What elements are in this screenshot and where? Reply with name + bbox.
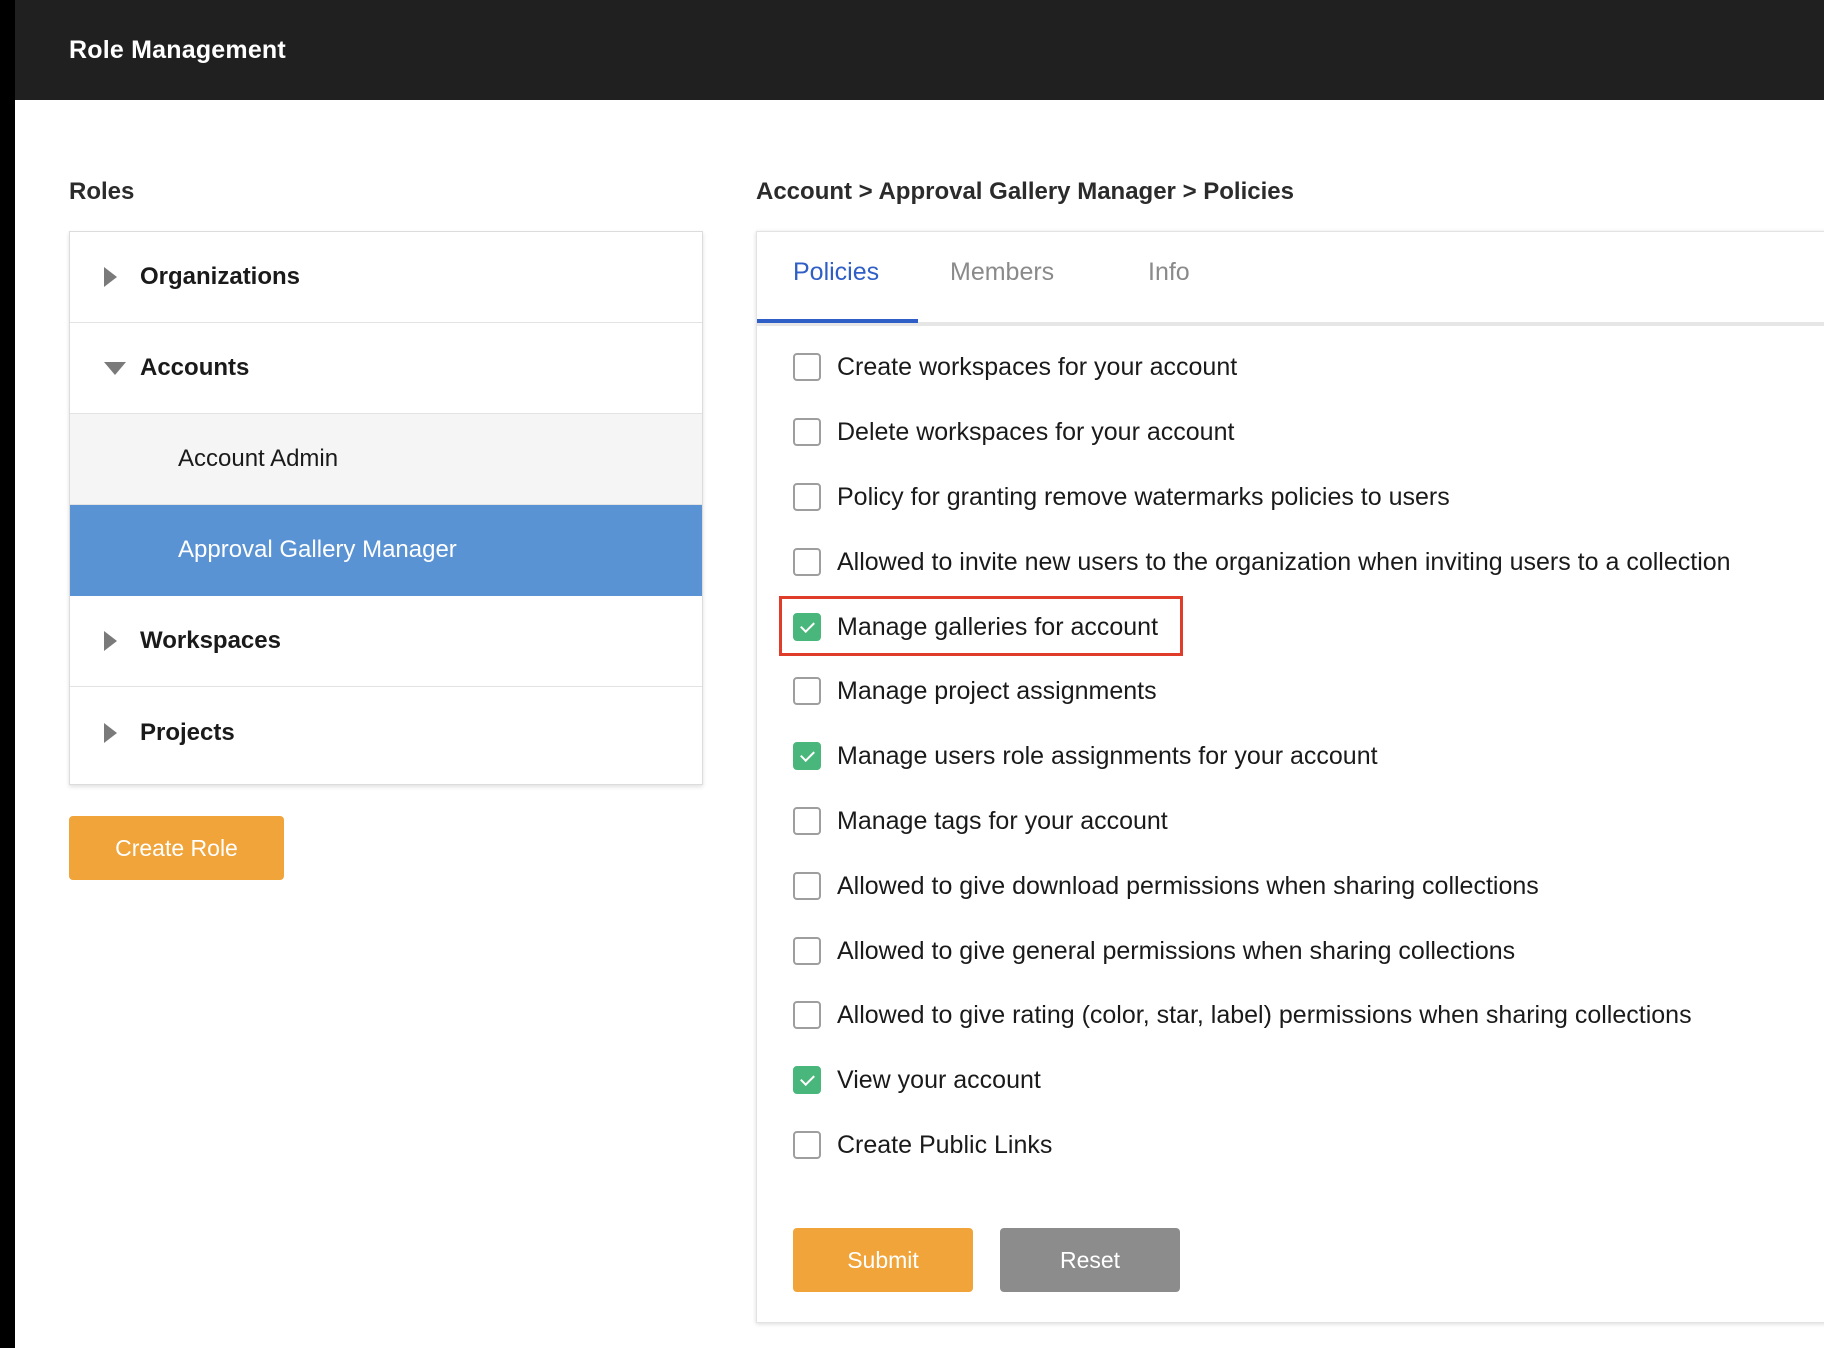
roles-heading: Roles — [69, 178, 135, 205]
role-item-account-admin[interactable]: Account Admin — [70, 414, 702, 505]
policy-item[interactable]: Allowed to give general permissions when… — [793, 931, 1515, 971]
policy-item[interactable]: View your account — [793, 1060, 1041, 1100]
policy-item[interactable]: Allowed to give rating (color, star, lab… — [793, 995, 1692, 1035]
policy-checkbox[interactable] — [793, 548, 821, 576]
policy-label: Allowed to give download permissions whe… — [837, 871, 1539, 900]
submit-button[interactable]: Submit — [793, 1228, 973, 1292]
policy-label: Create workspaces for your account — [837, 352, 1238, 381]
role-group-accounts[interactable]: Accounts — [70, 323, 702, 414]
tab-info[interactable]: Info — [1148, 258, 1190, 287]
policy-label: Policy for granting remove watermarks po… — [837, 482, 1450, 511]
policy-item[interactable]: Manage project assignments — [793, 671, 1157, 711]
role-group-label: Projects — [140, 718, 235, 746]
caret-right-icon[interactable] — [104, 631, 138, 651]
policy-panel: Policies Members Info Create workspaces … — [756, 231, 1824, 1323]
role-group-label: Organizations — [140, 263, 301, 290]
active-tab-indicator — [757, 319, 918, 323]
policy-item[interactable]: Delete workspaces for your account — [793, 412, 1234, 452]
policy-label: Allowed to give rating (color, star, lab… — [837, 1000, 1692, 1029]
app-window: Role Management Roles Account > Approval… — [15, 0, 1824, 1348]
policy-label: Manage galleries for account — [837, 612, 1159, 641]
policy-label: View your account — [837, 1065, 1041, 1094]
policy-label: Manage users role assignments for your a… — [837, 741, 1378, 770]
policy-checkbox-checked[interactable] — [793, 742, 821, 770]
tab-members[interactable]: Members — [950, 258, 1054, 287]
tab-bar: Policies Members Info — [757, 232, 1824, 326]
checkmark-icon — [799, 618, 815, 634]
role-item-approval-gallery-manager[interactable]: Approval Gallery Manager — [70, 505, 702, 596]
policy-label: Manage project assignments — [837, 676, 1157, 705]
policy-label: Allowed to give general permissions when… — [837, 936, 1516, 965]
breadcrumb: Account > Approval Gallery Manager > Pol… — [756, 178, 1294, 205]
policy-checkbox[interactable] — [793, 677, 821, 705]
policy-checkbox[interactable] — [793, 418, 821, 446]
create-role-button[interactable]: Create Role — [69, 816, 284, 880]
policy-checkbox-checked[interactable] — [793, 1066, 821, 1094]
caret-down-icon[interactable] — [104, 361, 138, 375]
caret-right-icon[interactable] — [104, 267, 138, 287]
policy-item[interactable]: Manage tags for your account — [793, 801, 1168, 841]
policy-checkbox[interactable] — [793, 872, 821, 900]
policy-checkbox[interactable] — [793, 1001, 821, 1029]
caret-right-icon[interactable] — [104, 722, 138, 743]
checkmark-icon — [799, 747, 815, 763]
policy-item[interactable]: Allowed to give download permissions whe… — [793, 866, 1539, 906]
policy-label: Create Public Links — [837, 1130, 1053, 1159]
role-group-label: Accounts — [140, 354, 250, 381]
policy-item[interactable]: Manage galleries for account — [793, 607, 1158, 647]
app-title: Role Management — [69, 36, 286, 64]
policy-checkbox[interactable] — [793, 807, 821, 835]
policy-item[interactable]: Policy for granting remove watermarks po… — [793, 477, 1450, 517]
checkmark-icon — [799, 1071, 815, 1087]
role-item-label: Account Admin — [178, 445, 339, 472]
tab-policies[interactable]: Policies — [793, 258, 879, 287]
policy-item[interactable]: Create Public Links — [793, 1125, 1052, 1165]
policy-checkbox[interactable] — [793, 1131, 821, 1159]
policy-label: Delete workspaces for your account — [837, 417, 1235, 446]
role-item-label: Approval Gallery Manager — [178, 536, 457, 563]
policy-item[interactable]: Manage users role assignments for your a… — [793, 736, 1378, 776]
top-bar: Role Management — [15, 0, 1824, 100]
policy-item[interactable]: Allowed to invite new users to the organ… — [793, 542, 1731, 582]
policy-checkbox[interactable] — [793, 937, 821, 965]
role-group-organizations[interactable]: Organizations — [70, 232, 702, 323]
policy-label: Manage tags for your account — [837, 806, 1168, 835]
role-group-workspaces[interactable]: Workspaces — [70, 596, 702, 687]
role-group-label: Workspaces — [140, 627, 281, 654]
policy-label: Allowed to invite new users to the organ… — [837, 547, 1731, 576]
role-group-projects[interactable]: Projects — [70, 687, 702, 778]
policy-checkbox-checked[interactable] — [793, 613, 821, 641]
roles-tree: Organizations Accounts Account Admin App… — [69, 231, 703, 785]
policy-item[interactable]: Create workspaces for your account — [793, 347, 1237, 387]
policy-checkbox[interactable] — [793, 353, 821, 381]
reset-button[interactable]: Reset — [1000, 1228, 1180, 1292]
policy-checkbox[interactable] — [793, 483, 821, 511]
